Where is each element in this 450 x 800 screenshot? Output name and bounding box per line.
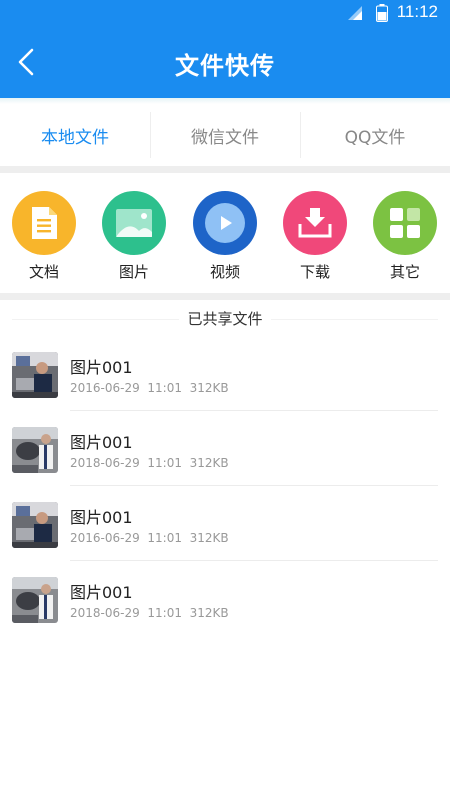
file-time: 11:01 bbox=[147, 456, 182, 470]
category-label: 图片 bbox=[118, 263, 149, 281]
app-bar: 文件快传 bbox=[0, 26, 450, 98]
file-date: 2018-06-29 bbox=[70, 606, 140, 620]
page-title: 文件快传 bbox=[175, 52, 275, 80]
category-video[interactable]: 视频 bbox=[190, 191, 260, 282]
file-meta: 2018-06-29 11:01 312KB bbox=[70, 606, 229, 620]
status-bar: 11:12 bbox=[0, 0, 450, 26]
list-item[interactable]: 图片001 2018-06-29 11:01 312KB bbox=[0, 561, 450, 636]
category-label: 文档 bbox=[28, 263, 59, 281]
shared-files-title-text: 已共享文件 bbox=[179, 310, 271, 328]
file-size: 312KB bbox=[189, 531, 229, 545]
list-item[interactable]: 图片001 2018-06-29 11:01 312KB bbox=[0, 411, 450, 486]
list-item[interactable]: 图片001 2016-06-29 11:01 312KB bbox=[0, 486, 450, 561]
file-meta: 2018-06-29 11:01 312KB bbox=[70, 456, 229, 470]
grid-icon bbox=[373, 191, 437, 255]
file-date: 2018-06-29 bbox=[70, 456, 140, 470]
shared-file-list: 图片001 2016-06-29 11:01 312KB 图片001 2018-… bbox=[0, 336, 450, 636]
signal-icon bbox=[348, 6, 362, 20]
file-thumbnail bbox=[12, 502, 58, 548]
section-divider bbox=[0, 166, 450, 173]
tab-local-files[interactable]: 本地文件 bbox=[0, 104, 150, 166]
file-size: 312KB bbox=[189, 606, 229, 620]
image-icon bbox=[102, 191, 166, 255]
download-icon bbox=[283, 191, 347, 255]
category-label: 其它 bbox=[389, 263, 420, 281]
file-size: 312KB bbox=[189, 456, 229, 470]
video-play-icon bbox=[193, 191, 257, 255]
file-name: 图片001 bbox=[70, 583, 133, 602]
tab-qq-files[interactable]: QQ文件 bbox=[300, 104, 450, 166]
file-size: 312KB bbox=[189, 381, 229, 395]
shared-files-title: 已共享文件 bbox=[0, 308, 450, 329]
category-other[interactable]: 其它 bbox=[370, 191, 440, 282]
list-item[interactable]: 图片001 2016-06-29 11:01 312KB bbox=[0, 336, 450, 411]
file-time: 11:01 bbox=[147, 531, 182, 545]
status-time: 11:12 bbox=[396, 2, 438, 21]
category-grid: 文档 图片 视频 下载 其它 bbox=[0, 173, 450, 293]
category-label: 视频 bbox=[209, 263, 240, 281]
document-icon bbox=[12, 191, 76, 255]
file-meta: 2016-06-29 11:01 312KB bbox=[70, 381, 229, 395]
file-time: 11:01 bbox=[147, 606, 182, 620]
tab-wechat-files[interactable]: 微信文件 bbox=[150, 104, 300, 166]
file-name: 图片001 bbox=[70, 433, 133, 452]
file-date: 2016-06-29 bbox=[70, 381, 140, 395]
category-download[interactable]: 下载 bbox=[280, 191, 350, 282]
category-image[interactable]: 图片 bbox=[99, 191, 169, 282]
source-tabs: 本地文件 微信文件 QQ文件 bbox=[0, 104, 450, 166]
file-name: 图片001 bbox=[70, 508, 133, 527]
category-document[interactable]: 文档 bbox=[9, 191, 79, 282]
file-thumbnail bbox=[12, 427, 58, 473]
file-name: 图片001 bbox=[70, 358, 133, 377]
file-time: 11:01 bbox=[147, 381, 182, 395]
battery-icon bbox=[376, 4, 388, 22]
file-thumbnail bbox=[12, 352, 58, 398]
file-meta: 2016-06-29 11:01 312KB bbox=[70, 531, 229, 545]
file-thumbnail bbox=[12, 577, 58, 623]
file-date: 2016-06-29 bbox=[70, 531, 140, 545]
section-divider bbox=[0, 293, 450, 300]
category-label: 下载 bbox=[299, 263, 330, 281]
